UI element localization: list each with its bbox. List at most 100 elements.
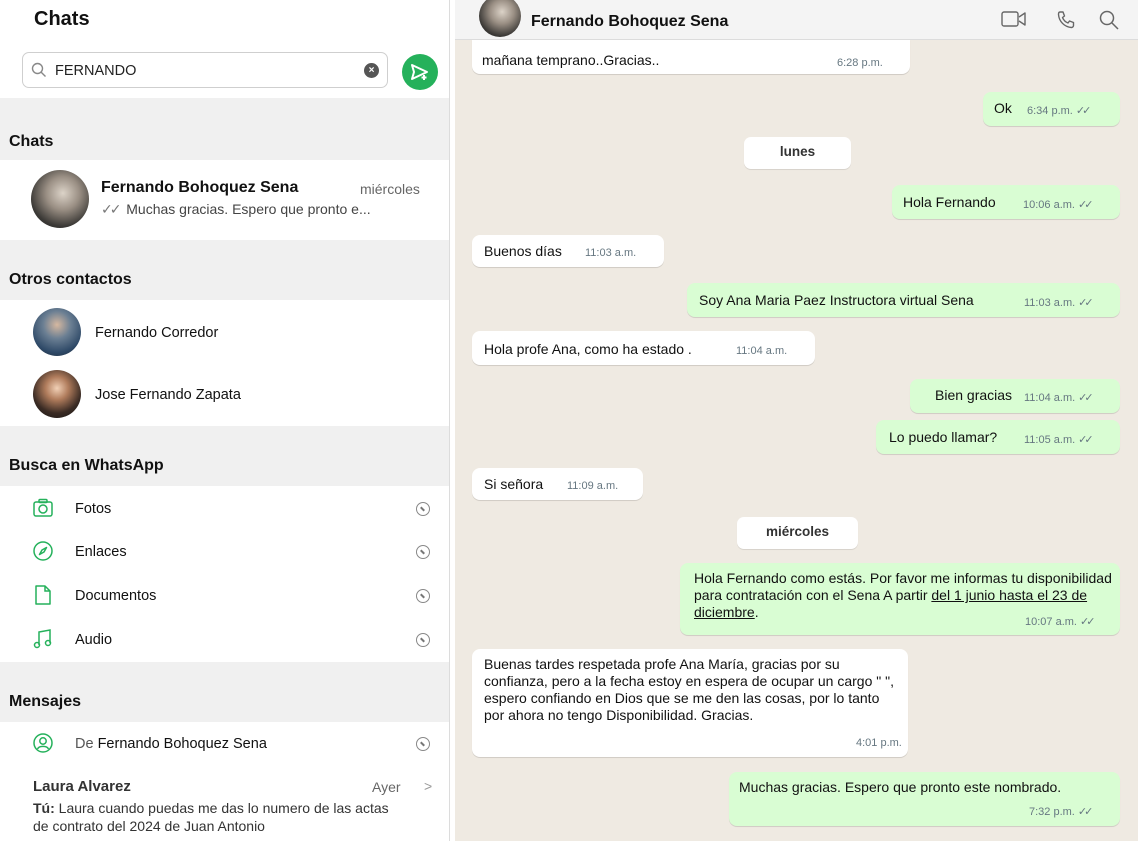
double-check-icon: ✓✓ (1078, 297, 1094, 309)
message-time: 11:04 a.m. (1024, 392, 1076, 404)
contact-name[interactable]: Fernando Bohoquez Sena (531, 13, 728, 31)
message-result-item[interactable]: Laura Alvarez Ayer > Tú: Laura cuando pu… (0, 766, 449, 841)
search-icon (31, 62, 46, 77)
contact-name: Fernando Corredor (95, 325, 219, 341)
contact-item-fernando-corredor[interactable]: Fernando Corredor (0, 300, 449, 362)
message-time: 11:03 a.m. (1024, 297, 1076, 309)
contact-item-jose-fernando-zapata[interactable]: Jose Fernando Zapata (0, 362, 449, 426)
message-result-sender: Tú: (33, 800, 55, 816)
chat-item-preview-text: Muchas gracias. Espero que pronto e... (126, 201, 371, 217)
avatar (33, 308, 81, 356)
message-text: Lo puedo llamar? (889, 429, 998, 445)
search-item-audio[interactable]: Audio (0, 618, 449, 662)
date-separator: lunes (744, 137, 851, 169)
message-result-time: Ayer (372, 779, 401, 795)
double-check-icon: ✓✓ (1077, 806, 1094, 818)
message-result-name: Laura Alvarez (33, 778, 131, 795)
message-outgoing[interactable]: Muchas gracias. Espero que pronto este n… (729, 772, 1120, 826)
message-time: 11:05 a.m. (1024, 434, 1076, 446)
search-item-label: Enlaces (75, 544, 127, 560)
message-incoming[interactable]: Si señora 11:09 a.m. (472, 468, 643, 500)
search-item-label: Documentos (75, 588, 157, 604)
message-outgoing[interactable]: Hola Fernando 10:06 a.m. ✓✓ (892, 185, 1120, 219)
chevron-right-icon: > (424, 778, 433, 794)
chat-list-panel: Chats FERNANDO × Chats Fernando Bohoquez… (0, 0, 450, 841)
message-result-text: Tú: Laura cuando puedas me das lo numero… (33, 799, 403, 835)
contact-name: Jose Fernando Zapata (95, 387, 241, 403)
message-meta: 11:04 a.m. ✓✓ (1024, 391, 1094, 404)
search-item-label: Fotos (75, 501, 112, 517)
double-check-icon: ✓✓ (1075, 105, 1092, 117)
section-header-messages: Mensajes (0, 662, 449, 722)
contact-avatar[interactable] (479, 0, 521, 37)
date-separator: miércoles (737, 517, 858, 549)
new-chat-button[interactable] (402, 54, 438, 90)
double-check-icon: ✓✓ (1077, 199, 1094, 211)
video-call-icon[interactable] (1000, 9, 1028, 29)
message-text-part: . (754, 604, 759, 620)
whatsapp-search-list: Fotos Enlaces Documentos Audio (0, 486, 449, 662)
message-time: 11:04 a.m. (736, 345, 788, 357)
message-time: 7:32 p.m. (1029, 806, 1075, 818)
conversation-header: Fernando Bohoquez Sena (455, 0, 1138, 40)
chat-item-fernando-bohoquez[interactable]: Fernando Bohoquez Sena miércoles ✓✓ Much… (0, 160, 449, 240)
message-text: Buenas tardes respetada profe Ana María,… (484, 656, 894, 723)
filter-contact-name: Fernando Bohoquez Sena (97, 736, 267, 752)
phone-icon[interactable] (1055, 9, 1077, 31)
document-icon (35, 585, 51, 605)
message-meta: 10:06 a.m. ✓✓ (1023, 198, 1094, 211)
camera-icon (33, 498, 53, 517)
message-time: 6:28 p.m. (837, 57, 883, 69)
chat-item-time: miércoles (360, 181, 420, 197)
message-time: 10:07 a.m. (1025, 616, 1077, 628)
arrow-icon (416, 633, 430, 647)
search-item-links[interactable]: Enlaces (0, 530, 449, 574)
message-result-body: Laura cuando puedas me das lo numero de … (33, 800, 389, 834)
message-outgoing[interactable]: Lo puedo llamar? 11:05 a.m. ✓✓ (876, 420, 1120, 454)
search-item-photos[interactable]: Fotos (0, 486, 449, 530)
message-text: Buenos días (484, 243, 562, 259)
arrow-icon (416, 502, 430, 516)
messages-results: De Fernando Bohoquez Sena Laura Alvarez … (0, 722, 449, 841)
search-input[interactable]: FERNANDO × (22, 52, 388, 88)
chat-item-preview: ✓✓ Muchas gracias. Espero que pronto e..… (101, 201, 371, 218)
filter-from-contact[interactable]: De Fernando Bohoquez Sena (0, 722, 449, 766)
arrow-icon (416, 737, 430, 751)
message-text: Hola Fernando como estás. Por favor me i… (694, 570, 1114, 621)
message-incoming[interactable]: Buenas tardes respetada profe Ana María,… (472, 649, 908, 757)
filter-prefix: De (75, 736, 94, 752)
message-time: 4:01 p.m. (856, 737, 902, 749)
section-header-search-whatsapp: Busca en WhatsApp (0, 426, 449, 486)
compass-icon (33, 541, 53, 561)
clear-search-icon[interactable]: × (364, 63, 379, 78)
double-check-icon: ✓✓ (1078, 434, 1094, 446)
message-outgoing[interactable]: Ok 6:34 p.m. ✓✓ (983, 92, 1120, 126)
section-header-other-contacts: Otros contactos (0, 240, 449, 300)
filter-label: De Fernando Bohoquez Sena (75, 736, 267, 752)
message-outgoing[interactable]: Soy Ana Maria Paez Instructora virtual S… (687, 283, 1120, 317)
message-text: Muchas gracias. Espero que pronto este n… (739, 779, 1062, 795)
double-check-icon: ✓✓ (1078, 392, 1094, 404)
music-note-icon (33, 629, 52, 649)
message-time: 10:06 a.m. (1023, 199, 1075, 211)
message-incoming[interactable]: Buenos días 11:03 a.m. (472, 235, 664, 267)
double-check-icon: ✓✓ (1079, 616, 1096, 628)
message-time: 6:34 p.m. (1027, 105, 1073, 117)
search-icon[interactable] (1098, 9, 1120, 31)
search-item-label: Audio (75, 632, 113, 648)
message-text: Si señora (484, 476, 544, 492)
message-meta: 6:34 p.m. ✓✓ (1027, 104, 1092, 117)
message-outgoing[interactable]: Hola Fernando como estás. Por favor me i… (680, 563, 1120, 635)
avatar (33, 370, 81, 418)
message-incoming[interactable]: Hola profe Ana, como ha estado . 11:04 a… (472, 331, 815, 365)
arrow-icon (416, 589, 430, 603)
search-item-documents[interactable]: Documentos (0, 574, 449, 618)
search-value: FERNANDO (55, 63, 137, 79)
message-text: Ok (994, 100, 1012, 116)
message-time: 11:03 a.m. (585, 247, 637, 259)
message-incoming[interactable]: mañana temprano..Gracias.. 6:28 p.m. (472, 40, 910, 74)
message-meta: 11:05 a.m. ✓✓ (1024, 433, 1094, 446)
message-text: Soy Ana Maria Paez Instructora virtual S… (699, 292, 974, 308)
send-icon (411, 64, 428, 80)
message-outgoing[interactable]: Bien gracias 11:04 a.m. ✓✓ (910, 379, 1120, 413)
